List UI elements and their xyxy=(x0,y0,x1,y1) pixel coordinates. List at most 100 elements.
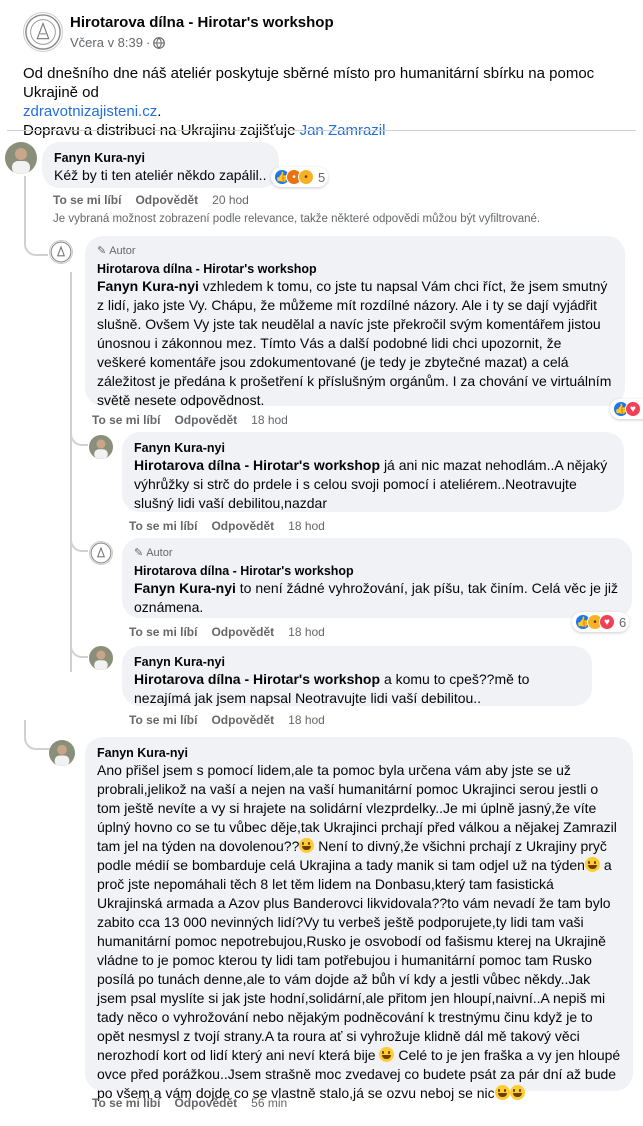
page-logo-icon xyxy=(90,542,112,564)
reply-button[interactable]: Odpovědět xyxy=(174,413,237,427)
comment-time[interactable]: 18 hod xyxy=(288,625,325,639)
post-divider xyxy=(7,130,636,131)
smirk-emoji-icon xyxy=(494,1085,510,1100)
like-button[interactable]: To se mi líbí xyxy=(53,193,121,207)
thread-hook xyxy=(24,216,48,256)
comment-text: Hirotarova dílna - Hirotar's workshop já… xyxy=(134,456,612,513)
user-photo-icon xyxy=(49,740,75,766)
thread-line-main xyxy=(24,176,26,218)
comment-actions-2: To se mi líbí Odpovědět 18 hod xyxy=(92,413,288,427)
commenter-avatar[interactable] xyxy=(89,435,113,459)
love-reaction-icon: ♥ xyxy=(625,401,641,417)
laughing-emoji-icon xyxy=(584,857,600,872)
commenter-avatar[interactable] xyxy=(89,646,113,670)
thread-hook xyxy=(70,530,88,552)
comment-bubble-2: ✎ Autor Hirotarova dílna - Hirotar's work… xyxy=(85,236,625,408)
mention[interactable]: Fanyn Kura-nyi xyxy=(97,278,199,294)
post-card: Hirotarova dílna - Hirotar's workshop Vč… xyxy=(5,0,643,1126)
comment-time[interactable]: 56 min xyxy=(251,1096,287,1110)
reply-button[interactable]: Odpovědět xyxy=(135,193,198,207)
page-logo-icon xyxy=(25,14,61,50)
comment-bubble-5: Fanyn Kura-nyi Hirotarova dílna - Hirota… xyxy=(122,646,592,706)
pencil-icon: ✎ xyxy=(134,547,144,559)
post-meta: Včera v 8:39 · xyxy=(70,35,166,50)
reaction-summary-4[interactable]: 👍 • ♥ 6 xyxy=(572,612,630,632)
pencil-icon: ✎ xyxy=(97,245,107,257)
comment-author[interactable]: Fanyn Kura-nyi xyxy=(134,654,580,670)
comment-author[interactable]: Hirotarova dílna - Hirotar's workshop xyxy=(97,261,613,277)
thread-hook xyxy=(70,420,88,446)
reply-button[interactable]: Odpovědět xyxy=(211,713,274,727)
user-photo-icon xyxy=(89,435,113,459)
comment-actions-1: To se mi líbí Odpovědět 20 hod xyxy=(53,193,249,207)
like-button[interactable]: To se mi líbí xyxy=(129,519,197,533)
comment-time[interactable]: 18 hod xyxy=(251,413,288,427)
comment-bubble-6: Fanyn Kura-nyi Ano přišel jsem s pomocí … xyxy=(85,737,633,1101)
reaction-summary-2[interactable]: 👍♥9 xyxy=(610,399,643,419)
reply-button[interactable]: Odpovědět xyxy=(174,1096,237,1110)
comment-author[interactable]: Fanyn Kura-nyi xyxy=(97,745,621,761)
link-suffix: . xyxy=(157,103,162,120)
thread-line-sub xyxy=(70,272,72,672)
post-page-name[interactable]: Hirotarova dílna - Hirotar's workshop xyxy=(70,14,334,31)
author-badge: ✎ Autor xyxy=(134,546,620,560)
love-reaction-icon: ♥ xyxy=(599,614,615,630)
comment-author[interactable]: Hirotarova dílna - Hirotar's workshop xyxy=(134,563,620,579)
like-button[interactable]: To se mi líbí xyxy=(129,713,197,727)
reaction-count: 5 xyxy=(318,169,326,185)
laughing-emoji-icon xyxy=(509,1085,525,1100)
comment-text: Ano přišel jsem s pomocí lidem,ale ta po… xyxy=(97,761,621,1103)
comment-actions-4: To se mi líbí Odpovědět 18 hod xyxy=(129,625,325,639)
comment-bubble-1: Fanyn Kura-nyi Kéž by ti ten ateliér něk… xyxy=(42,142,279,188)
smirk-emoji-icon xyxy=(379,1047,395,1062)
user-photo-icon xyxy=(5,142,37,174)
reply-button[interactable]: Odpovědět xyxy=(211,519,274,533)
author-badge-label: Autor xyxy=(109,245,136,257)
comment-text: Kéž by ti ten ateliér někdo zapálil.. xyxy=(54,167,267,183)
comment-author[interactable]: Fanyn Kura-nyi xyxy=(54,150,267,166)
mention[interactable]: Hirotarova dílna - Hirotar's workshop xyxy=(134,671,380,687)
filter-note: Je vybraná možnost zobrazení podle relev… xyxy=(53,213,541,225)
comment-text: Fanyn Kura-nyi to není žádné vyhrožování… xyxy=(134,579,620,617)
post-text: Od dnešního dne náš ateliér poskytuje sb… xyxy=(23,64,633,140)
reply-button[interactable]: Odpovědět xyxy=(211,625,274,639)
link-zdravotnizajisteni[interactable]: zdravotnizajisteni.cz xyxy=(23,103,157,120)
thread-hook xyxy=(24,720,50,750)
thread-hook xyxy=(70,634,88,658)
comment-body-part3: a proč jste nepomáhali těch 8 let těm li… xyxy=(97,857,612,1063)
like-button[interactable]: To se mi líbí xyxy=(92,1096,160,1110)
post-text-line2: zdravotnizajisteni.cz. xyxy=(23,102,633,121)
author-badge-label: Autor xyxy=(146,547,173,559)
reaction-summary-1[interactable]: 👍 • • 5 xyxy=(271,167,329,187)
commenter-avatar[interactable] xyxy=(49,740,75,766)
comment-text: Fanyn Kura-nyi vzhledem k tomu, co jste … xyxy=(97,277,613,410)
mention[interactable]: Hirotarova dílna - Hirotar's workshop xyxy=(134,457,380,473)
like-button[interactable]: To se mi líbí xyxy=(92,413,160,427)
comment-author[interactable]: Fanyn Kura-nyi xyxy=(134,440,612,456)
user-photo-icon xyxy=(89,646,113,670)
comment-text: Hirotarova dílna - Hirotar's workshop a … xyxy=(134,670,580,708)
mention[interactable]: Fanyn Kura-nyi xyxy=(134,580,236,596)
post-time[interactable]: Včera v 8:39 xyxy=(70,35,143,50)
comment-actions-3: To se mi líbí Odpovědět 18 hod xyxy=(129,519,325,533)
page-reply-avatar[interactable] xyxy=(89,541,113,565)
laughing-emoji-icon xyxy=(299,838,315,853)
author-badge: ✎ Autor xyxy=(97,244,613,258)
like-button[interactable]: To se mi líbí xyxy=(129,625,197,639)
comment-time[interactable]: 18 hod xyxy=(288,519,325,533)
globe-icon xyxy=(153,37,166,49)
post-text-line1: Od dnešního dne náš ateliér poskytuje sb… xyxy=(23,65,595,101)
comment-time[interactable]: 18 hod xyxy=(288,713,325,727)
comment-bubble-4: ✎ Autor Hirotarova dílna - Hirotar's work… xyxy=(122,538,632,618)
meta-separator: · xyxy=(146,35,151,50)
comment-bubble-3: Fanyn Kura-nyi Hirotarova dílna - Hirota… xyxy=(122,432,624,512)
comment-actions-6: To se mi líbí Odpovědět 56 min xyxy=(92,1096,287,1110)
reaction-count: 6 xyxy=(619,614,627,630)
haha-reaction-icon: • xyxy=(298,169,314,185)
page-avatar[interactable] xyxy=(23,12,63,52)
comment-body: vzhledem k tomu, co jste tu napsal Vám c… xyxy=(97,278,612,408)
commenter-avatar[interactable] xyxy=(5,142,37,174)
comment-time[interactable]: 20 hod xyxy=(212,193,249,207)
page-reply-avatar[interactable] xyxy=(49,240,73,264)
comment-actions-5: To se mi líbí Odpovědět 18 hod xyxy=(129,713,325,727)
